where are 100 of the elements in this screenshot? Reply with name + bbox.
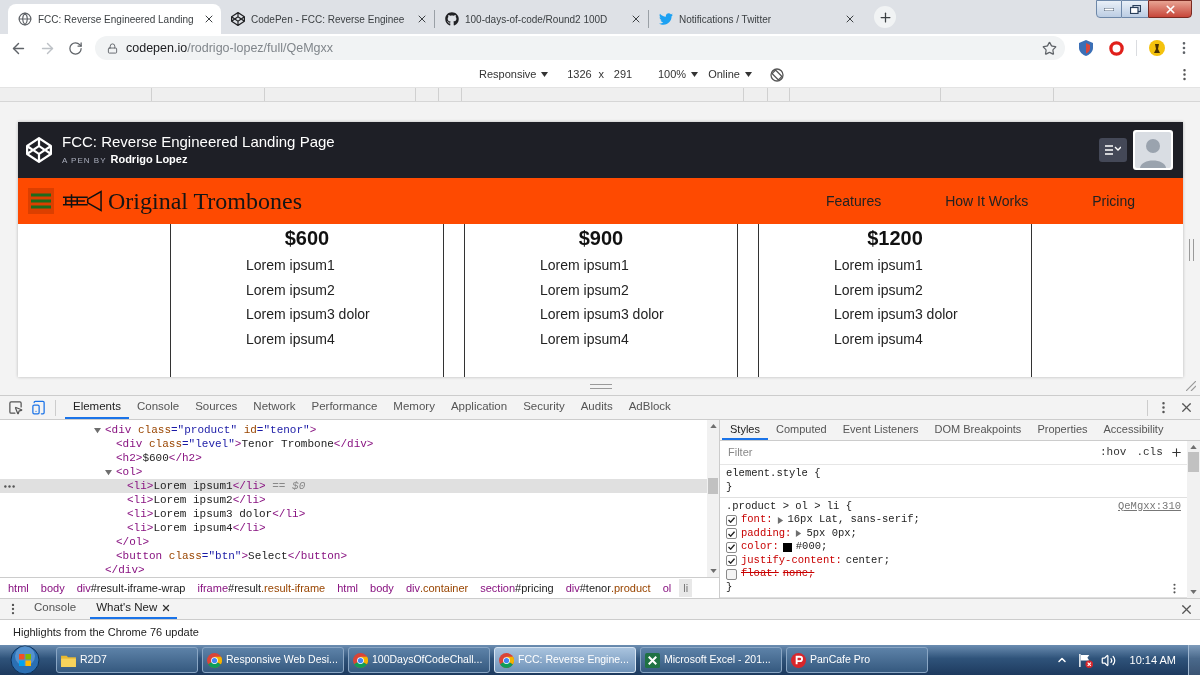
nav-link[interactable]: Pricing — [1092, 190, 1135, 212]
view-switch-button[interactable] — [1099, 138, 1127, 162]
taskbar-item[interactable]: Microsoft Excel - 201... — [640, 647, 782, 673]
zoom-dropdown[interactable]: 100% — [658, 66, 699, 83]
expand-triangle-icon[interactable] — [105, 468, 112, 476]
styles-subtab[interactable]: Event Listeners — [834, 420, 927, 440]
address-bar[interactable]: codepen.io/rodrigo-lopez/full/QeMgxx — [95, 36, 1065, 60]
breadcrumb-item[interactable]: body — [366, 579, 398, 597]
nav-link[interactable]: Features — [825, 190, 882, 212]
taskbar-item[interactable]: 100DaysOfCodeChall... — [348, 647, 490, 673]
devtools-tab[interactable]: Console — [128, 396, 188, 419]
breadcrumb-item[interactable]: html — [4, 579, 33, 597]
close-icon[interactable] — [161, 603, 172, 613]
breadcrumb-item[interactable]: iframe#result.result-iframe — [193, 579, 330, 597]
taskbar-item[interactable]: R2D7 — [56, 647, 198, 673]
close-icon[interactable] — [1179, 400, 1194, 415]
dom-node-row[interactable]: <li>Lorem ipsum2</li> — [0, 493, 707, 507]
dom-node-row[interactable]: <li>Lorem ipsum1</li> == $0 — [0, 479, 707, 493]
styles-subtab[interactable]: Computed — [767, 420, 835, 440]
dom-node-row[interactable]: <div class="product" id="tenor"> — [0, 423, 707, 437]
devtools-tab[interactable]: Performance — [303, 396, 386, 419]
browser-tab[interactable]: 100-days-of-code/Round2 100D — [435, 4, 648, 34]
breadcrumb-item[interactable]: section#pricing — [476, 579, 558, 597]
dom-node-row[interactable]: <h2>$600</h2> — [0, 451, 707, 465]
source-link[interactable]: QeMgxx:310 — [1118, 498, 1181, 515]
scroll-up-icon[interactable] — [709, 424, 717, 428]
expand-triangle-icon[interactable] — [94, 426, 101, 434]
dom-node-row[interactable]: <li>Lorem ipsum3 dolor</li> — [0, 507, 707, 521]
close-icon[interactable] — [416, 13, 428, 25]
speaker-icon[interactable] — [1100, 652, 1116, 668]
styles-subtab[interactable]: DOM Breakpoints — [926, 420, 1030, 440]
breadcrumb-item[interactable]: div.container — [401, 579, 473, 597]
devtools-tab[interactable]: Application — [442, 396, 516, 419]
scroll-up-icon[interactable] — [1190, 444, 1197, 449]
shield-icon[interactable] — [1079, 40, 1093, 56]
color-swatch[interactable] — [782, 542, 792, 552]
styles-subtab[interactable]: Styles — [722, 420, 768, 440]
network-dropdown[interactable]: Online — [708, 66, 752, 83]
width-field[interactable]: 1326 — [562, 65, 597, 84]
taskbar-item[interactable]: PanCafe Pro — [786, 647, 928, 673]
style-toggle[interactable]: :hov — [1098, 443, 1129, 461]
devtools-tab[interactable]: Sources — [187, 396, 246, 419]
close-window-button[interactable] — [1148, 0, 1192, 18]
checkbox[interactable] — [726, 514, 737, 526]
styles-subtab[interactable]: Accessibility — [1095, 420, 1172, 440]
devtools-tab[interactable]: AdBlock — [620, 396, 679, 419]
dom-node-row[interactable]: <button class="btn">Select</button> — [0, 549, 707, 563]
dom-closing-row[interactable]: </ol> — [0, 535, 707, 549]
dom-node-row[interactable]: <ol> — [0, 465, 707, 479]
avatar[interactable] — [1133, 130, 1173, 170]
nav-link[interactable]: How It Works — [945, 190, 1029, 212]
reload-icon[interactable] — [68, 40, 83, 56]
expand-triangle-icon[interactable] — [795, 530, 803, 538]
style-toggle[interactable]: .cls — [1134, 443, 1165, 461]
clock[interactable]: 10:14 AM — [1129, 651, 1176, 669]
breadcrumb-item[interactable]: li — [679, 579, 693, 597]
breadcrumb-item[interactable]: div#result-iframe-wrap — [72, 579, 190, 597]
bookmark-star-icon[interactable] — [1042, 40, 1057, 56]
checkbox[interactable] — [726, 568, 737, 580]
resize-handle[interactable] — [1189, 238, 1194, 261]
ring-icon[interactable] — [1109, 40, 1124, 56]
styles-subtab[interactable]: Properties — [1029, 420, 1096, 440]
devtools-tab[interactable]: Memory — [385, 396, 443, 419]
browser-tab[interactable]: CodePen - FCC: Reverse Enginee — [221, 4, 434, 34]
device-mode-dropdown[interactable]: Responsive — [479, 66, 549, 83]
close-icon[interactable] — [630, 13, 642, 25]
drawer-tab[interactable]: Console — [28, 599, 83, 619]
rotate-icon[interactable] — [769, 67, 784, 82]
badge-icon[interactable] — [1149, 40, 1165, 56]
breadcrumb-item[interactable]: body — [36, 579, 69, 597]
cube-logo-icon[interactable] — [26, 137, 52, 163]
flag-icon[interactable] — [1077, 652, 1093, 668]
browser-tab[interactable]: Notifications / Twitter — [649, 4, 862, 34]
scroll-down-icon[interactable] — [709, 569, 717, 573]
inspect-icon[interactable] — [8, 400, 23, 415]
maximize-button[interactable] — [1122, 0, 1148, 18]
breadcrumb-item[interactable]: ol — [658, 579, 676, 597]
dom-node-row[interactable]: <div class="level">Tenor Trombone</div> — [0, 437, 707, 451]
start-button[interactable] — [10, 645, 40, 675]
scrollbar-thumb[interactable] — [1188, 451, 1199, 472]
device-toggle-icon[interactable] — [31, 400, 46, 415]
close-icon[interactable] — [203, 13, 215, 25]
checkbox[interactable] — [726, 555, 737, 567]
scroll-down-icon[interactable] — [1190, 590, 1197, 594]
expand-triangle-icon[interactable] — [776, 516, 784, 524]
taskbar-item[interactable]: Responsive Web Desi... — [202, 647, 344, 673]
new-tab-button[interactable] — [874, 6, 896, 28]
devtools-tab[interactable]: Audits — [572, 396, 621, 419]
dom-closing-row[interactable]: </div> — [0, 563, 707, 577]
height-field[interactable]: 291 — [606, 65, 640, 84]
new-rule-icon[interactable] — [1170, 445, 1183, 459]
ellipsis-icon[interactable] — [4, 485, 15, 488]
devtools-tab[interactable]: Security — [515, 396, 573, 419]
close-icon[interactable] — [844, 13, 856, 25]
checkbox[interactable] — [726, 528, 737, 540]
browser-tab[interactable]: FCC: Reverse Engineered Landing — [8, 4, 221, 34]
show-desktop-button[interactable] — [1188, 645, 1200, 675]
scrollbar-thumb[interactable] — [708, 478, 718, 494]
breadcrumb-item[interactable]: div#tenor.product — [561, 579, 655, 597]
checkbox[interactable] — [726, 541, 737, 553]
